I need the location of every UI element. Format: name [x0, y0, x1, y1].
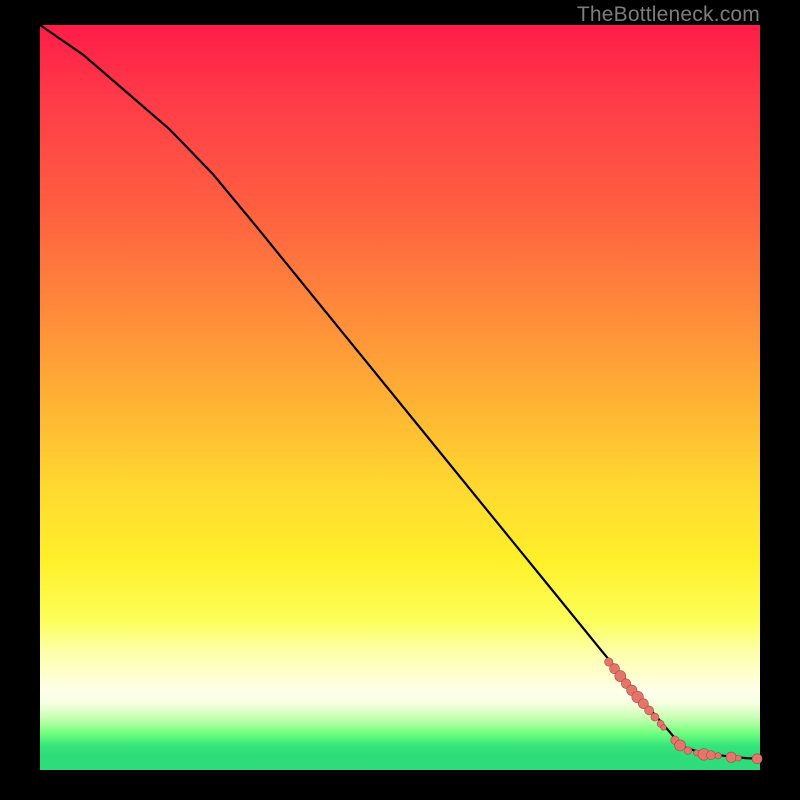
data-point — [715, 753, 721, 759]
chart-frame: TheBottleneck.com — [0, 0, 800, 800]
data-point — [726, 752, 736, 762]
watermark-text: TheBottleneck.com — [577, 3, 760, 27]
chart-overlay — [40, 25, 760, 770]
data-point — [684, 747, 692, 755]
data-point — [675, 740, 686, 751]
data-point — [735, 755, 741, 761]
data-markers — [605, 658, 763, 764]
data-point — [661, 725, 667, 731]
data-point — [651, 713, 659, 721]
bottleneck-curve — [40, 25, 760, 759]
data-point — [752, 754, 762, 764]
plot-area — [40, 25, 760, 770]
data-point — [645, 706, 654, 715]
data-point — [707, 751, 716, 760]
